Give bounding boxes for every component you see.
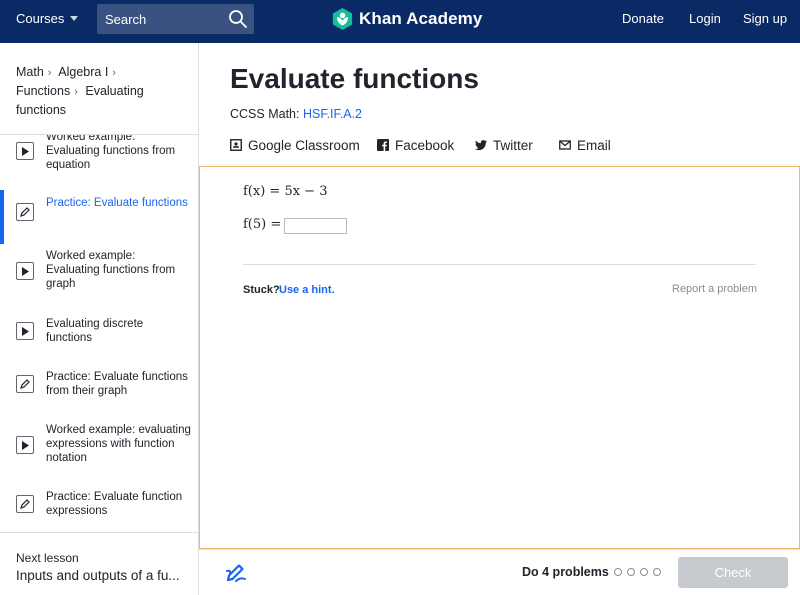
login-link[interactable]: Login — [689, 0, 721, 37]
brand-name: Khan Academy — [359, 9, 483, 28]
report-problem-link[interactable]: Report a problem — [672, 283, 757, 295]
play-icon — [16, 322, 34, 340]
function-equation: f(x) = 5x − 3 — [243, 184, 328, 199]
donate-link[interactable]: Donate — [622, 0, 664, 37]
pencil-icon — [16, 375, 34, 393]
play-icon — [16, 142, 34, 160]
page-title: Evaluate functions — [230, 63, 479, 94]
email-label: Email — [577, 137, 611, 153]
search-placeholder: Search — [105, 11, 147, 27]
lesson-item-label: Worked example: Evaluating functions fro… — [46, 135, 176, 171]
lesson-item-label: Evaluating discrete functions — [46, 318, 144, 344]
active-indicator — [0, 190, 4, 244]
check-button[interactable]: Check — [678, 557, 788, 588]
facebook-label: Facebook — [395, 137, 455, 153]
courses-label: Courses — [16, 11, 65, 26]
lesson-item-label: Practice: Evaluate functions — [46, 197, 188, 209]
lesson-sidebar: Math › Algebra I › Functions › Evaluating f… — [0, 43, 199, 595]
breadcrumb-functions[interactable]: Functions — [16, 84, 70, 98]
exercise-divider — [243, 264, 756, 265]
khan-academy-logo[interactable]: Khan Academy — [332, 8, 482, 30]
answer-input[interactable] — [284, 218, 347, 234]
ccss-prefix: CCSS Math: — [230, 107, 300, 121]
next-lesson-link[interactable]: Inputs and outputs of a fu... — [16, 568, 186, 583]
evaluation-prompt: f(5) = — [243, 217, 282, 232]
email-icon — [559, 140, 571, 150]
pencil-icon — [16, 203, 34, 221]
use-hint-link[interactable]: Use a hint. — [279, 284, 335, 296]
lesson-item-label: Practice: Evaluate function expressions — [46, 491, 183, 517]
progress-dot — [614, 568, 622, 576]
sidebar-divider — [0, 532, 199, 533]
progress-dot — [627, 568, 635, 576]
play-icon — [16, 262, 34, 280]
chevron-right-icon: › — [47, 67, 52, 79]
play-icon — [16, 436, 34, 454]
ccss-code-link[interactable]: HSF.IF.A.2 — [303, 107, 362, 121]
email-share-button[interactable]: Email — [559, 136, 611, 154]
twitter-share-button[interactable]: Twitter — [475, 136, 533, 154]
lesson-item-label: Practice: Evaluate functions from their … — [46, 371, 188, 397]
top-navigation-bar: Courses Search Khan Academy Donate Login… — [0, 0, 800, 43]
search-input[interactable]: Search — [97, 4, 254, 34]
chevron-down-icon — [70, 16, 79, 21]
twitter-label: Twitter — [493, 137, 533, 153]
pencil-icon — [16, 495, 34, 513]
breadcrumb-math[interactable]: Math — [16, 65, 44, 79]
twitter-icon — [475, 140, 487, 151]
facebook-icon — [377, 139, 389, 151]
signup-link[interactable]: Sign up — [743, 0, 787, 37]
google-classroom-icon — [230, 139, 242, 151]
lesson-item-list[interactable]: Worked example: Evaluating functions fro… — [0, 135, 199, 532]
search-icon[interactable] — [228, 9, 248, 29]
scratchpad-pencil-icon[interactable] — [225, 561, 247, 583]
breadcrumb-algebra[interactable]: Algebra I — [58, 65, 108, 79]
breadcrumb: Math › Algebra I › Functions › Evaluating f… — [16, 63, 191, 119]
leaf-logo-icon — [332, 8, 353, 30]
facebook-share-button[interactable]: Facebook — [377, 136, 454, 154]
progress-dot — [653, 568, 661, 576]
google-classroom-label: Google Classroom — [248, 137, 360, 153]
ccss-standard: CCSS Math: HSF.IF.A.2 — [230, 107, 362, 121]
google-classroom-share-button[interactable]: Google Classroom — [230, 136, 360, 154]
courses-menu-button[interactable]: Courses — [16, 0, 79, 37]
progress-label: Do 4 problems — [522, 565, 609, 579]
chevron-right-icon: › — [74, 86, 78, 98]
lesson-item-label: Worked example: evaluating expressions w… — [46, 424, 191, 464]
progress-dot — [640, 568, 648, 576]
stuck-label: Stuck? — [243, 284, 280, 296]
next-lesson-label: Next lesson — [16, 551, 79, 565]
lesson-item-label: Worked example: Evaluating functions fro… — [46, 250, 176, 290]
chevron-right-icon: › — [112, 67, 116, 79]
